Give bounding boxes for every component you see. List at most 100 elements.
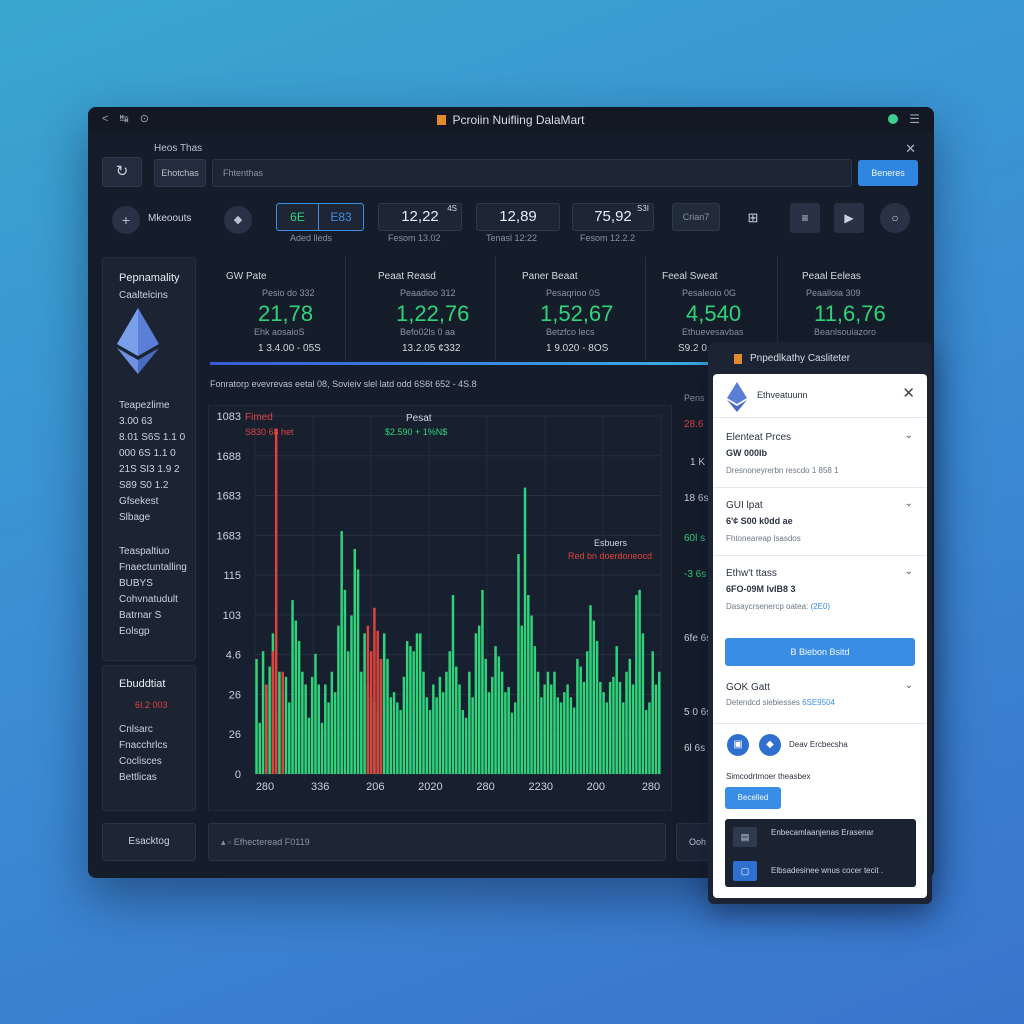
- play-icon[interactable]: ▶: [834, 203, 864, 233]
- record-icon[interactable]: ○: [880, 203, 910, 233]
- chart-bar[interactable]: [288, 702, 291, 774]
- chart-bar[interactable]: [428, 710, 432, 774]
- close-icon[interactable]: ✕: [902, 384, 915, 402]
- chart-bar[interactable]: [412, 651, 415, 774]
- chart-bar[interactable]: [297, 641, 301, 774]
- chart-bar[interactable]: [566, 684, 569, 775]
- add-icon[interactable]: +: [112, 206, 140, 234]
- chart-bar[interactable]: [477, 625, 481, 774]
- subtab-button[interactable]: Ehotchas: [154, 159, 206, 187]
- chart-bar[interactable]: [363, 633, 366, 774]
- shield-icon[interactable]: ◆: [759, 734, 781, 756]
- chart-bar[interactable]: [333, 692, 337, 774]
- chart-bar[interactable]: [497, 656, 501, 774]
- chart-bar[interactable]: [651, 651, 654, 774]
- wallet-icon[interactable]: ▣: [727, 734, 749, 756]
- footer-input[interactable]: ▴ ▫ Efhecteread F0119: [208, 823, 666, 861]
- chart-bar[interactable]: [474, 633, 478, 774]
- chart-bar[interactable]: [559, 702, 563, 774]
- chart-bar[interactable]: [409, 646, 412, 774]
- chart-bar[interactable]: [481, 589, 484, 774]
- chart-bar[interactable]: [563, 692, 566, 774]
- chart-bar[interactable]: [343, 589, 347, 774]
- chart-bar[interactable]: [399, 710, 402, 774]
- chart-bar[interactable]: [628, 658, 632, 774]
- cancel-button[interactable]: Becelled: [725, 787, 781, 809]
- chart-bar[interactable]: [346, 651, 350, 774]
- chart-bar[interactable]: [585, 651, 589, 774]
- chart-bar[interactable]: [268, 666, 271, 774]
- calculate-button[interactable]: B Biebon Bsitd: [725, 638, 915, 666]
- chart-bar[interactable]: [405, 641, 409, 774]
- chart-bar[interactable]: [392, 692, 396, 774]
- chart-bar[interactable]: [471, 697, 474, 774]
- chart-bar[interactable]: [579, 666, 582, 774]
- ticker-selected[interactable]: 6E E83: [276, 203, 364, 231]
- refresh-button[interactable]: ↻: [102, 157, 142, 187]
- chart-bar[interactable]: [602, 692, 605, 774]
- chart-bar[interactable]: [543, 684, 546, 775]
- chart-bar[interactable]: [441, 692, 445, 774]
- chart-bar[interactable]: [281, 671, 284, 774]
- chart-bar[interactable]: [353, 548, 356, 774]
- primary-button[interactable]: Beneres: [858, 160, 918, 186]
- chart-bar[interactable]: [435, 697, 438, 774]
- search-input[interactable]: Fhtenthas: [212, 159, 852, 187]
- ethereum-icon[interactable]: ◆: [224, 206, 252, 234]
- chart-bar[interactable]: [507, 687, 510, 774]
- chart-bar[interactable]: [595, 641, 599, 774]
- chart-bar[interactable]: [337, 625, 340, 774]
- chart-bar[interactable]: [605, 702, 609, 774]
- chart-bar[interactable]: [356, 569, 360, 774]
- chart-bar[interactable]: [608, 681, 612, 774]
- chart-bar[interactable]: [530, 615, 533, 774]
- chart-bar[interactable]: [599, 681, 602, 774]
- chevron-down-icon[interactable]: ⌄: [905, 430, 913, 441]
- chart-bar[interactable]: [644, 710, 648, 774]
- chart-bar[interactable]: [291, 600, 294, 774]
- chart-bar[interactable]: [314, 653, 317, 774]
- section-row[interactable]: GUI lpat ⌄ 6'¢ S00 k0dd ae Fhtoneareap l…: [713, 488, 927, 556]
- chart-bar[interactable]: [484, 658, 487, 774]
- chart-bar[interactable]: [540, 697, 543, 774]
- chart-bar[interactable]: [461, 710, 465, 774]
- ticker-5[interactable]: Crian7: [672, 203, 720, 231]
- chart-bar[interactable]: [317, 684, 320, 775]
- chart-bar[interactable]: [255, 658, 258, 774]
- chart-bar[interactable]: [553, 671, 556, 774]
- chart-bar[interactable]: [517, 554, 520, 774]
- chart-bar[interactable]: [324, 684, 327, 775]
- chart-bar[interactable]: [294, 620, 298, 774]
- chart-bar[interactable]: [487, 692, 491, 774]
- chart-bar[interactable]: [654, 684, 658, 775]
- chart-bar[interactable]: [271, 651, 275, 774]
- chart-bar[interactable]: [510, 712, 514, 774]
- chart-bar[interactable]: [419, 633, 422, 774]
- chart-bar[interactable]: [415, 633, 419, 774]
- chart-bar[interactable]: [648, 702, 651, 774]
- footer-left-button[interactable]: Esacktog: [102, 823, 196, 861]
- chart-bar[interactable]: [513, 702, 517, 774]
- chart-bar[interactable]: [582, 681, 586, 774]
- chart-bar[interactable]: [615, 646, 618, 774]
- chart-bar[interactable]: [369, 651, 373, 774]
- chart-bar[interactable]: [278, 671, 281, 774]
- chart-bar[interactable]: [422, 671, 425, 774]
- chart-bar[interactable]: [622, 702, 625, 774]
- chart-bar[interactable]: [307, 717, 311, 774]
- chart-bar[interactable]: [618, 681, 622, 774]
- chart-bar[interactable]: [464, 717, 468, 774]
- bar-chart[interactable]: 1083 1688 1683 1683 115 103 4.6 26 26 0 280 336 206 2…: [209, 406, 673, 812]
- section-row[interactable]: GOK Gatt ⌄ Detendcd siebiesses 6SE9504: [713, 674, 927, 724]
- chart-bar[interactable]: [432, 684, 435, 775]
- list-icon[interactable]: ≡: [790, 203, 820, 233]
- chevron-down-icon[interactable]: ⌄: [905, 566, 913, 577]
- chart-bar[interactable]: [549, 684, 553, 775]
- chart-bar[interactable]: [576, 658, 579, 774]
- chart-bar[interactable]: [402, 676, 406, 774]
- chart-bar[interactable]: [320, 722, 324, 774]
- ticker-2[interactable]: 12,22 4S: [378, 203, 462, 231]
- chart-bar[interactable]: [536, 671, 540, 774]
- chart-bar[interactable]: [451, 595, 455, 774]
- chart-bar[interactable]: [396, 702, 399, 774]
